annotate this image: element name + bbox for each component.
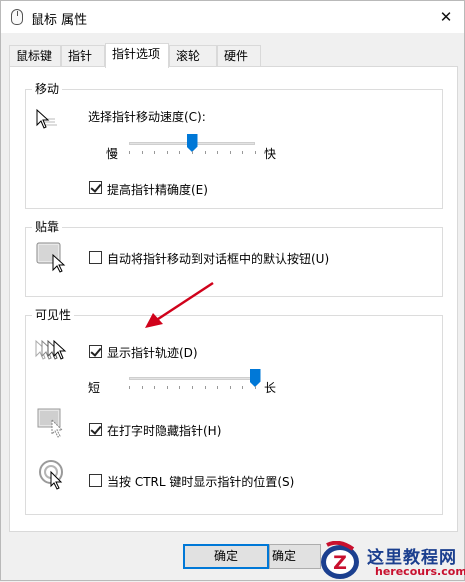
precision-label: 提高指针精确度(E)	[107, 183, 208, 197]
trails-checkbox[interactable]	[89, 345, 102, 358]
speed-slider-thumb[interactable]	[186, 134, 198, 152]
snap-to-button-icon	[36, 242, 66, 273]
slider-tick	[229, 386, 231, 389]
ok-button-secondary[interactable]: 确定	[269, 544, 321, 569]
slider-tick	[129, 386, 130, 389]
pointer-speed-icon	[36, 108, 57, 129]
short-label: 短	[88, 381, 101, 395]
hide-while-typing-checkbox[interactable]	[89, 423, 102, 436]
mouse-properties-dialog: 鼠标 属性 ✕ 鼠标键 指针 指针选项 滚轮 硬件 移动 选择指针移动速度(C)…	[0, 0, 465, 581]
mouse-icon	[11, 9, 23, 25]
svg-text:Z: Z	[333, 552, 347, 574]
tab-buttons[interactable]: 鼠标键	[9, 45, 61, 67]
close-button[interactable]: ✕	[435, 7, 457, 27]
slider-tick	[154, 386, 156, 389]
slider-tick	[192, 386, 193, 389]
watermark-url: herecours.com	[375, 565, 465, 578]
watermark: Z 这里教程网 herecours.com	[319, 539, 465, 582]
tab-wheel[interactable]: 滚轮	[169, 45, 217, 67]
hide-while-typing-label: 在打字时隐藏指针(H)	[107, 424, 222, 438]
trail-slider-track[interactable]	[129, 377, 255, 380]
slow-label: 慢	[106, 147, 119, 161]
tab-strip: 鼠标键 指针 指针选项 滚轮 硬件	[9, 43, 457, 68]
slider-tick	[255, 151, 256, 154]
tab-pointer-options[interactable]: 指针选项	[105, 43, 169, 68]
long-label: 长	[264, 381, 277, 395]
motion-legend: 移动	[32, 82, 63, 96]
slider-tick	[217, 386, 219, 389]
slider-tick	[217, 151, 219, 154]
trail-slider-thumb[interactable]	[249, 369, 261, 387]
slider-tick	[154, 151, 156, 154]
visibility-group: 可见性 显示指针轨迹(D) 短 长 在打字时隐藏指针(H) 当按 CTRL 键时…	[25, 308, 443, 515]
title-bar: 鼠标 属性 ✕	[1, 1, 464, 33]
slider-tick	[242, 386, 244, 389]
ctrl-locate-icon	[39, 460, 63, 490]
slider-tick	[179, 151, 181, 154]
slider-tick	[242, 151, 244, 154]
pointer-trails-icon	[35, 339, 67, 360]
ctrl-locate-label: 当按 CTRL 键时显示指针的位置(S)	[107, 475, 295, 489]
watermark-logo-icon: Z	[321, 541, 359, 579]
ctrl-locate-checkbox[interactable]	[89, 474, 102, 487]
snap-legend: 贴靠	[32, 220, 63, 234]
hide-while-typing-icon	[37, 408, 64, 438]
slider-tick	[229, 151, 231, 154]
snap-group: 贴靠 自动将指针移动到对话框中的默认按钮(U)	[25, 220, 443, 297]
snap-checkbox[interactable]	[89, 251, 102, 264]
slider-tick	[166, 151, 168, 154]
fast-label: 快	[264, 147, 277, 161]
slider-tick	[255, 386, 256, 389]
slider-tick	[141, 386, 143, 389]
slider-tick	[179, 386, 181, 389]
snap-label: 自动将指针移动到对话框中的默认按钮(U)	[107, 252, 330, 266]
pointer-options-panel: 移动 选择指针移动速度(C): 慢 快 提高指针精确度(E) 贴靠 自动将指针移…	[9, 66, 458, 532]
speed-label: 选择指针移动速度(C):	[88, 110, 206, 124]
visibility-legend: 可见性	[32, 308, 75, 322]
slider-tick	[166, 386, 168, 389]
tab-pointers[interactable]: 指针	[61, 45, 105, 67]
slider-tick	[204, 386, 206, 389]
precision-checkbox[interactable]	[89, 181, 102, 194]
slider-tick	[192, 151, 193, 154]
slider-tick	[129, 151, 130, 154]
slider-tick	[141, 151, 143, 154]
annotation-arrow	[145, 281, 214, 328]
tab-hardware[interactable]: 硬件	[217, 45, 261, 67]
motion-group: 移动 选择指针移动速度(C): 慢 快 提高指针精确度(E)	[25, 82, 443, 209]
window-title: 鼠标 属性	[31, 13, 88, 28]
ok-button[interactable]: 确定	[183, 544, 269, 569]
slider-tick	[204, 151, 206, 154]
trails-label: 显示指针轨迹(D)	[107, 346, 198, 360]
